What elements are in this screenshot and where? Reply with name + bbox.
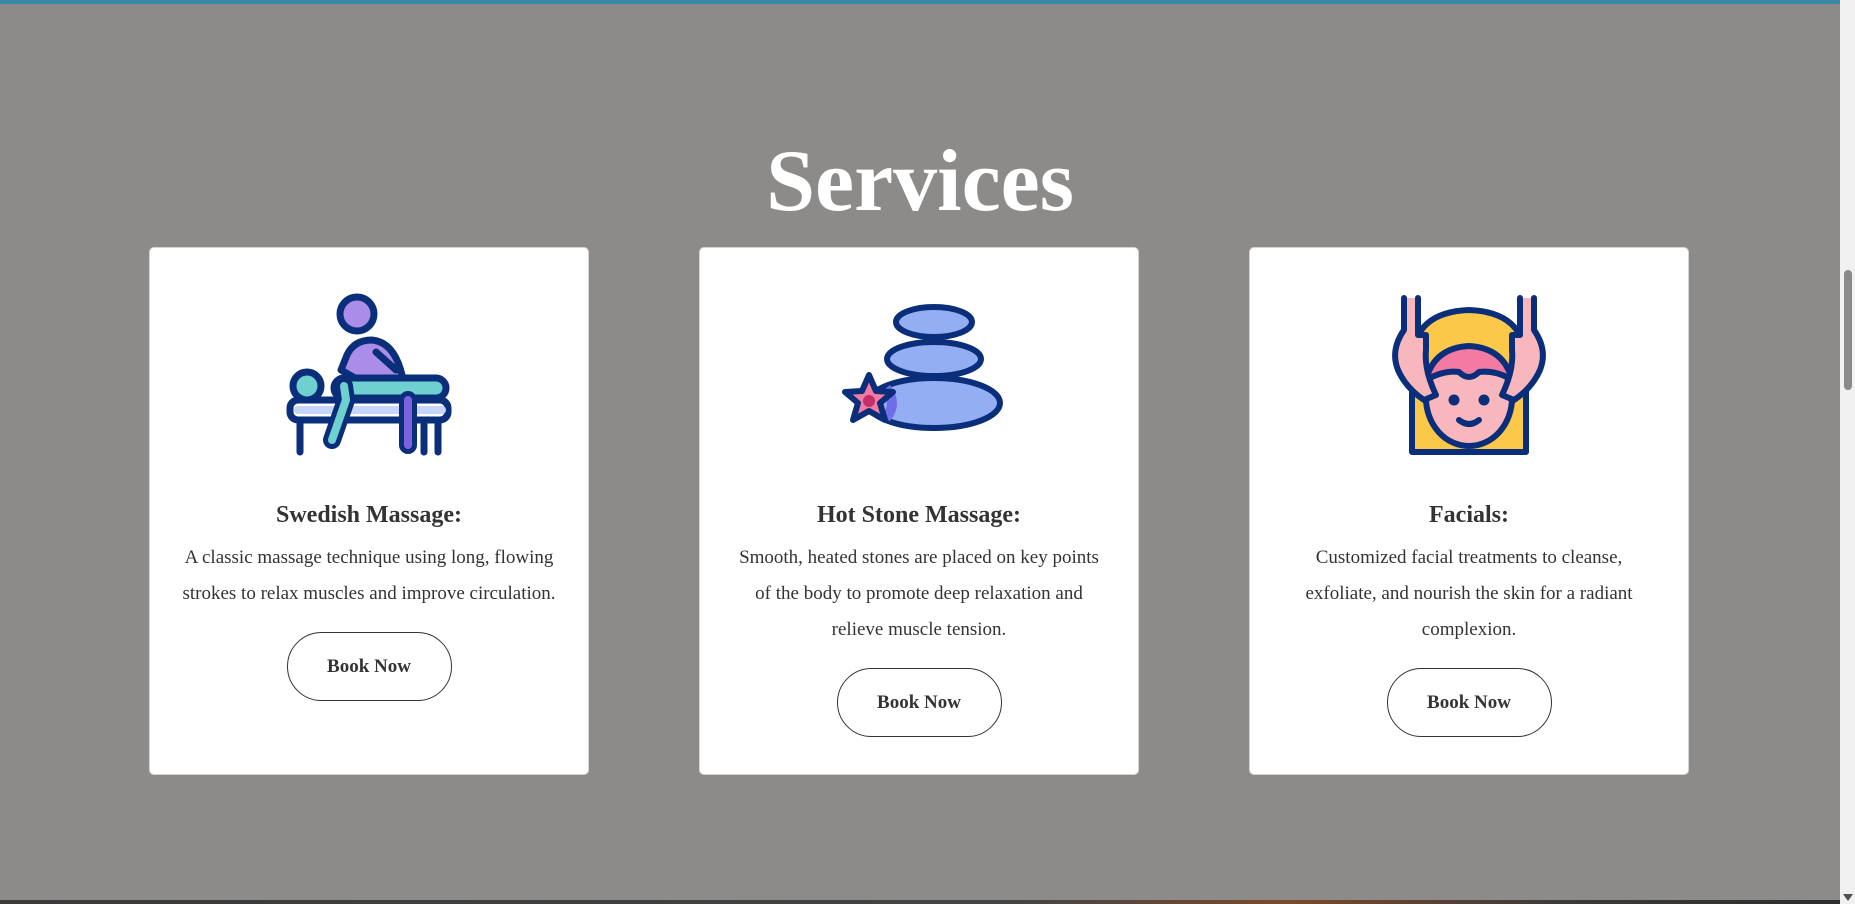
hot-stones-icon xyxy=(834,290,1004,460)
section-title: Services xyxy=(766,133,1074,230)
service-description: A classic massage technique using long, … xyxy=(182,547,556,604)
next-section-edge xyxy=(0,900,1840,904)
service-card-hot-stone-massage: Hot Stone Massage: Smooth, heated stones… xyxy=(699,247,1139,775)
service-card-swedish-massage: Swedish Massage: A classic massage techn… xyxy=(149,247,589,775)
massage-icon xyxy=(284,290,454,460)
service-name: Facials: xyxy=(1429,502,1509,528)
services-list: Swedish Massage: A classic massage techn… xyxy=(149,247,1689,775)
facial-icon xyxy=(1384,290,1554,460)
scrollbar-thumb[interactable] xyxy=(1844,270,1852,390)
service-name: Hot Stone Massage: xyxy=(817,502,1021,528)
service-name: Swedish Massage: xyxy=(275,502,462,528)
service-card-facials: Facials: Customized facial treatments to… xyxy=(1249,247,1689,775)
service-description: Customized facial treatments to cleanse,… xyxy=(1305,547,1633,640)
book-now-button[interactable]: Book Now xyxy=(1386,668,1552,737)
book-now-button[interactable]: Book Now xyxy=(286,632,452,701)
book-now-button[interactable]: Book Now xyxy=(836,668,1002,737)
scroll-down-arrow-icon[interactable] xyxy=(1843,894,1853,901)
page: Services Swedish Massage: A classic mass… xyxy=(0,0,1840,904)
service-description: Smooth, heated stones are placed on key … xyxy=(739,547,1099,640)
vertical-scrollbar[interactable] xyxy=(1840,0,1855,904)
top-accent-bar xyxy=(0,0,1840,4)
